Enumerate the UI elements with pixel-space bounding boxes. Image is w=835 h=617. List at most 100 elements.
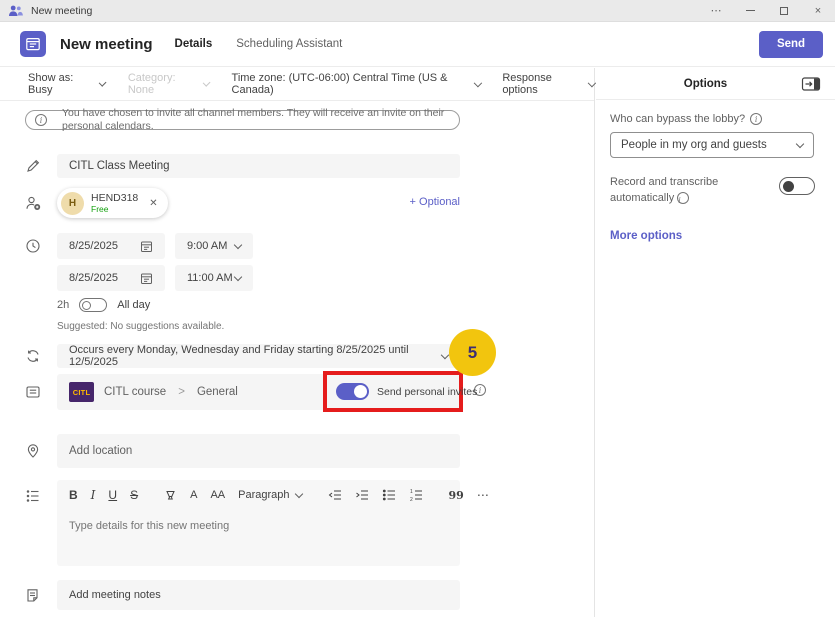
meeting-header: New meeting Details Scheduling Assistant… [0, 22, 835, 67]
all-day-row: 2h All day [0, 298, 594, 312]
notes-row: Add meeting notes [0, 580, 594, 610]
calendar-icon [140, 272, 153, 285]
repeat-icon [25, 348, 57, 364]
category-dropdown: Category: None [128, 72, 210, 96]
info-icon: i [677, 192, 689, 204]
attendee-status: Free [91, 204, 138, 214]
teams-logo-icon [8, 5, 23, 17]
end-time-dropdown[interactable]: 11:00 AM [175, 265, 253, 291]
blockquote-button[interactable]: 99 [449, 489, 464, 502]
channel-icon [25, 384, 57, 400]
lobby-label-row: Who can bypass the lobby? i [610, 113, 815, 125]
all-day-label: All day [117, 299, 150, 311]
add-optional-attendees-link[interactable]: + Optional [410, 196, 460, 208]
bold-button[interactable]: B [69, 488, 78, 502]
strikethrough-button[interactable]: S [130, 488, 138, 502]
italic-button[interactable]: I [91, 488, 96, 502]
remove-attendee-icon[interactable]: ✕ [149, 198, 157, 209]
collapse-panel-icon[interactable] [801, 76, 821, 92]
meeting-form-pane: Show as: Busy Category: None Time zone: … [0, 68, 595, 617]
meeting-notes-input[interactable]: Add meeting notes [57, 580, 460, 610]
channel-name: General [197, 386, 238, 398]
clock-icon [25, 238, 57, 254]
window-minimize-button[interactable] [733, 0, 767, 21]
options-header: Options [596, 68, 835, 100]
annotation-step-badge: 5 [449, 329, 496, 376]
chevron-down-icon [234, 240, 242, 248]
info-icon: i [750, 113, 762, 125]
more-options-link[interactable]: More options [610, 230, 815, 242]
meeting-title-input[interactable]: CITL Class Meeting [57, 154, 460, 178]
chevron-down-icon [203, 78, 211, 86]
outdent-button[interactable] [328, 488, 342, 502]
highlight-red-box: Send personal invites [323, 371, 463, 412]
chevron-down-icon [234, 272, 242, 280]
chevron-down-icon [473, 78, 481, 86]
window-close-button[interactable]: × [801, 0, 835, 21]
start-date-input[interactable]: 8/25/2025 [57, 233, 165, 259]
breadcrumb-separator: > [178, 386, 185, 398]
calendar-icon [140, 240, 153, 253]
paragraph-style-dropdown[interactable]: Paragraph [238, 489, 301, 501]
recurrence-dropdown[interactable]: Occurs every Monday, Wednesday and Frida… [57, 344, 460, 368]
timezone-dropdown[interactable]: Time zone: (UTC-06:00) Central Time (US … [232, 72, 481, 96]
notes-icon [25, 588, 57, 603]
details-editor[interactable]: B I U S A AA Paragraph [57, 480, 460, 566]
numbered-list-button[interactable]: 12 [409, 488, 423, 502]
end-date-input[interactable]: 8/25/2025 [57, 265, 165, 291]
channel-row: CITL CITL course > General Send personal… [0, 374, 594, 410]
options-pane: Options Who can bypass the lobby? i Peop… [596, 68, 835, 617]
chevron-down-icon [99, 78, 107, 86]
bullet-list-button[interactable] [382, 488, 396, 502]
start-time-dropdown[interactable]: 9:00 AM [175, 233, 253, 259]
response-options-dropdown[interactable]: Response options [502, 72, 594, 96]
channel-invite-notice: i You have chosen to invite all channel … [25, 110, 460, 130]
location-row: Add location [0, 434, 594, 468]
show-as-dropdown[interactable]: Show as: Busy [28, 72, 106, 96]
highlight-button[interactable] [164, 489, 177, 502]
record-row: Record and transcribe automaticallyi [610, 174, 815, 206]
more-formatting-button[interactable]: ⋯ [477, 488, 489, 502]
record-label: Record and transcribe automaticallyi [610, 174, 760, 206]
send-button[interactable]: Send [759, 31, 823, 58]
location-pin-icon [25, 443, 57, 459]
window-maximize-button[interactable] [767, 0, 801, 21]
editor-toolbar: B I U S A AA Paragraph [57, 480, 460, 510]
attendee-chip[interactable]: H HEND318 Free ✕ [57, 188, 168, 218]
start-datetime-row: 8/25/2025 9:00 AM [0, 233, 594, 259]
page-title: New meeting [60, 36, 153, 53]
add-attendee-icon [25, 195, 57, 212]
record-toggle[interactable] [779, 177, 815, 195]
meeting-title-row: CITL Class Meeting [0, 154, 594, 178]
tab-details[interactable]: Details [175, 38, 213, 50]
font-color-button[interactable]: A [190, 490, 197, 500]
tab-scheduling-assistant[interactable]: Scheduling Assistant [236, 38, 342, 50]
lobby-dropdown[interactable]: People in my org and guests [610, 132, 814, 158]
options-title: Options [610, 78, 801, 90]
pencil-icon [25, 158, 57, 174]
team-name: CITL course [104, 386, 166, 398]
window-title: New meeting [31, 5, 92, 17]
window-more-button[interactable]: ⋯ [699, 0, 733, 21]
svg-text:2: 2 [410, 497, 413, 502]
send-personal-invites-toggle[interactable] [336, 383, 369, 400]
chevron-down-icon [294, 489, 302, 497]
send-personal-invites-label: Send personal invites [377, 386, 477, 398]
recurrence-row: Occurs every Monday, Wednesday and Frida… [0, 344, 594, 368]
font-size-button[interactable]: AA [210, 489, 225, 501]
avatar: H [61, 192, 84, 215]
meeting-meta-toolbar: Show as: Busy Category: None Time zone: … [0, 68, 594, 101]
info-icon: i [35, 114, 47, 126]
chevron-down-icon [587, 78, 595, 86]
svg-text:1: 1 [410, 489, 413, 495]
window-titlebar: New meeting ⋯ × [0, 0, 835, 22]
attendees-row: H HEND318 Free ✕ + Optional [0, 188, 594, 218]
location-input[interactable]: Add location [57, 434, 460, 468]
team-logo: CITL [69, 382, 94, 402]
attendee-name: HEND318 [91, 193, 138, 204]
indent-button[interactable] [355, 488, 369, 502]
underline-button[interactable]: U [108, 488, 117, 502]
details-input[interactable]: Type details for this new meeting [57, 510, 460, 542]
suggested-row: Suggested: No suggestions available. [0, 321, 594, 332]
all-day-toggle[interactable] [79, 298, 107, 312]
